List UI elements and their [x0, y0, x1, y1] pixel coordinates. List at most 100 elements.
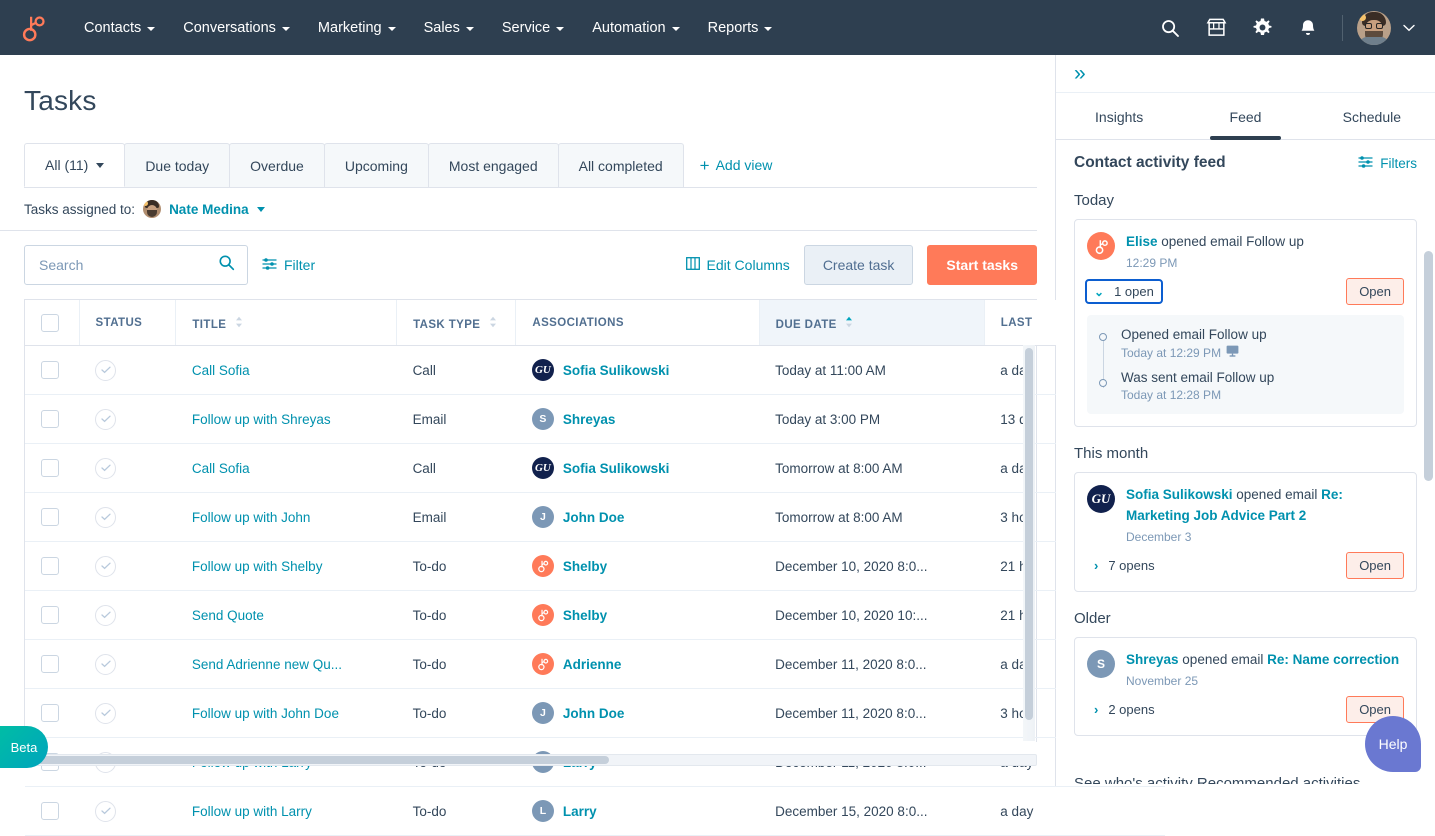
column-header-status[interactable]: STATUS	[79, 300, 176, 346]
scrollbar-thumb[interactable]	[1025, 348, 1033, 720]
nav-item-contacts[interactable]: Contacts	[70, 14, 169, 42]
user-avatar[interactable]	[1357, 11, 1391, 45]
edit-columns-button[interactable]: Edit Columns	[686, 257, 790, 273]
beta-badge[interactable]: Beta	[0, 726, 48, 768]
row-checkbox[interactable]	[41, 704, 59, 722]
table-row[interactable]: Follow up with Shelby To-do Shelby Decem…	[25, 542, 1165, 591]
tab-due-today[interactable]: Due today	[124, 143, 230, 187]
task-title-link[interactable]: Call Sofia	[192, 461, 250, 476]
nav-item-automation[interactable]: Automation	[578, 14, 693, 42]
filter-button[interactable]: Filter	[262, 257, 315, 274]
scrollbar-thumb[interactable]	[1424, 251, 1433, 481]
tab-overdue[interactable]: Overdue	[229, 143, 325, 187]
marketplace-icon[interactable]	[1196, 8, 1236, 48]
row-checkbox[interactable]	[41, 557, 59, 575]
row-checkbox[interactable]	[41, 410, 59, 428]
feed-filters-button[interactable]: Filters	[1358, 155, 1417, 172]
feed-actor-link[interactable]: Elise	[1126, 234, 1158, 249]
assignee-name[interactable]: Nate Medina	[169, 202, 249, 217]
opens-toggle[interactable]: ⌄ 1 open	[1087, 281, 1161, 302]
opens-toggle[interactable]: › 7 opens	[1087, 555, 1162, 576]
row-checkbox[interactable]	[41, 655, 59, 673]
nav-item-service[interactable]: Service	[488, 14, 578, 42]
search-icon[interactable]	[1150, 8, 1190, 48]
hubspot-sprocket-logo-icon[interactable]	[18, 13, 48, 43]
row-checkbox[interactable]	[41, 606, 59, 624]
feed-card[interactable]: S Shreyas opened email Re: Name correcti…	[1074, 637, 1417, 736]
create-task-button[interactable]: Create task	[804, 245, 914, 285]
row-checkbox[interactable]	[41, 802, 59, 820]
feed-actor-link[interactable]: Shreyas	[1126, 652, 1179, 667]
tab-most-engaged[interactable]: Most engaged	[428, 143, 559, 187]
table-row[interactable]: Follow up with Shreyas Email SShreyas To…	[25, 395, 1165, 444]
contact-link[interactable]: John Doe	[563, 510, 625, 525]
search-icon[interactable]	[218, 254, 235, 276]
task-complete-check-icon[interactable]	[95, 360, 116, 381]
task-title-link[interactable]: Follow up with Shelby	[192, 559, 323, 574]
opens-toggle[interactable]: › 2 opens	[1087, 699, 1162, 720]
contact-link[interactable]: Adrienne	[563, 657, 622, 672]
tab-feed[interactable]: Feed	[1182, 93, 1308, 139]
row-checkbox[interactable]	[41, 459, 59, 477]
row-checkbox[interactable]	[41, 361, 59, 379]
table-row[interactable]: Call Sofia Call GUSofia Sulikowski Tomor…	[25, 444, 1165, 493]
contact-link[interactable]: John Doe	[563, 706, 625, 721]
column-header-associations[interactable]: ASSOCIATIONS	[516, 300, 759, 346]
task-complete-check-icon[interactable]	[95, 507, 116, 528]
column-header-title[interactable]: TITLE	[176, 300, 397, 346]
task-complete-check-icon[interactable]	[95, 458, 116, 479]
feed-card[interactable]: GU Sofia Sulikowski opened email Re: Mar…	[1074, 472, 1417, 592]
row-checkbox[interactable]	[41, 508, 59, 526]
tab-all[interactable]: All (11)	[24, 143, 125, 187]
column-header-due-date[interactable]: DUE DATE	[759, 300, 984, 346]
table-horizontal-scrollbar[interactable]	[24, 754, 1037, 766]
select-all-checkbox[interactable]	[41, 314, 59, 332]
contact-link[interactable]: Shelby	[563, 608, 607, 623]
task-complete-check-icon[interactable]	[95, 605, 116, 626]
contact-link[interactable]: Sofia Sulikowski	[563, 461, 670, 476]
help-button[interactable]: Help	[1365, 716, 1421, 772]
table-row[interactable]: Send Adrienne new Qu... To-do Adrienne D…	[25, 640, 1165, 689]
start-tasks-button[interactable]: Start tasks	[927, 245, 1037, 285]
task-complete-check-icon[interactable]	[95, 801, 116, 822]
tab-insights[interactable]: Insights	[1056, 93, 1182, 139]
table-row[interactable]: Follow up with John Email JJohn Doe Tomo…	[25, 493, 1165, 542]
table-row[interactable]: Call Sofia Call GUSofia Sulikowski Today…	[25, 346, 1165, 395]
task-complete-check-icon[interactable]	[95, 654, 116, 675]
task-title-link[interactable]: Follow up with Larry	[192, 804, 312, 819]
open-button[interactable]: Open	[1346, 278, 1404, 305]
notifications-bell-icon[interactable]	[1288, 8, 1328, 48]
contact-link[interactable]: Larry	[563, 804, 597, 819]
nav-item-sales[interactable]: Sales	[410, 14, 488, 42]
task-title-link[interactable]: Follow up with John	[192, 510, 311, 525]
task-complete-check-icon[interactable]	[95, 409, 116, 430]
task-complete-check-icon[interactable]	[95, 556, 116, 577]
contact-link[interactable]: Shreyas	[563, 412, 616, 427]
task-title-link[interactable]: Send Adrienne new Qu...	[192, 657, 342, 672]
nav-item-reports[interactable]: Reports	[694, 14, 787, 42]
double-chevron-right-icon[interactable]: »	[1074, 63, 1083, 84]
search-input-wrapper[interactable]	[24, 245, 248, 285]
nav-item-conversations[interactable]: Conversations	[169, 14, 304, 42]
task-title-link[interactable]: Follow up with Shreyas	[192, 412, 331, 427]
tab-schedule[interactable]: Schedule	[1309, 93, 1435, 139]
tab-upcoming[interactable]: Upcoming	[324, 143, 429, 187]
gear-icon[interactable]	[1242, 8, 1282, 48]
contact-link[interactable]: Shelby	[563, 559, 607, 574]
task-title-link[interactable]: Follow up with John Doe	[192, 706, 339, 721]
column-header-task-type[interactable]: TASK TYPE	[397, 300, 516, 346]
table-row[interactable]: Send Quote To-do Shelby December 10, 202…	[25, 591, 1165, 640]
table-vertical-scrollbar[interactable]	[1023, 345, 1035, 741]
nav-item-marketing[interactable]: Marketing	[304, 14, 410, 42]
chevron-down-icon[interactable]	[257, 207, 265, 212]
tab-all-completed[interactable]: All completed	[558, 143, 684, 187]
scrollbar-thumb[interactable]	[27, 756, 609, 764]
contact-link[interactable]: Sofia Sulikowski	[563, 363, 670, 378]
feed-card[interactable]: Elise opened email Follow up 12:29 PM ⌄ …	[1074, 219, 1417, 427]
table-row[interactable]: Follow up with John Doe To-do JJohn Doe …	[25, 689, 1165, 738]
add-view-button[interactable]: + Add view	[684, 157, 789, 174]
feed-actor-link[interactable]: Sofia Sulikowski	[1126, 487, 1233, 502]
task-complete-check-icon[interactable]	[95, 703, 116, 724]
feed-vertical-scrollbar[interactable]	[1424, 251, 1433, 786]
task-title-link[interactable]: Send Quote	[192, 608, 264, 623]
